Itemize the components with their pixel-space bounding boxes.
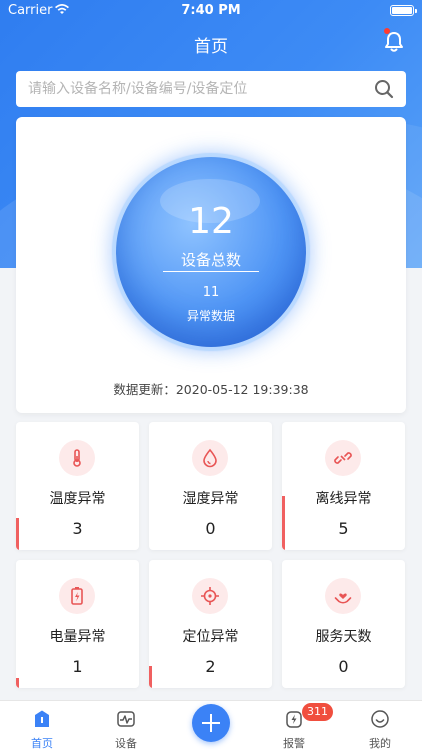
device-total-label: 设备总数 xyxy=(180,251,241,269)
alarm-bolt-icon xyxy=(286,711,302,728)
stat-value: 5 xyxy=(338,519,349,538)
overview-card: 12 设备总数 11 异常数据 数据更新：2020-05-12 19:39:38 xyxy=(16,117,406,413)
stat-value: 2 xyxy=(205,657,216,676)
device-total-count: 12 xyxy=(188,201,234,242)
search-bar xyxy=(16,71,406,107)
update-timestamp: 数据更新：2020-05-12 19:39:38 xyxy=(113,382,309,397)
add-device-button[interactable] xyxy=(192,704,230,742)
stat-label: 温度异常 xyxy=(49,491,106,507)
notification-dot xyxy=(384,28,390,34)
thermometer-icon xyxy=(59,440,95,476)
search-icon[interactable] xyxy=(374,79,394,99)
stat-value: 0 xyxy=(205,519,216,538)
stat-level-bar xyxy=(149,666,152,688)
stat-tile-temperature[interactable]: 温度异常 3 xyxy=(16,422,139,550)
stat-label: 服务天数 xyxy=(315,629,372,645)
pulse-monitor-icon xyxy=(117,711,135,727)
abnormal-count: 11 xyxy=(202,285,220,300)
notification-button[interactable] xyxy=(382,28,406,54)
device-summary-orb[interactable]: 12 设备总数 11 异常数据 xyxy=(116,157,306,347)
stat-label: 定位异常 xyxy=(182,629,239,645)
search-input[interactable] xyxy=(28,71,358,107)
smiley-icon xyxy=(371,710,389,728)
tab-devices-label: 设备 xyxy=(115,737,137,750)
tab-devices[interactable]: 设备 xyxy=(84,701,168,750)
battery-charging-icon xyxy=(59,578,95,614)
broken-link-icon xyxy=(325,440,361,476)
stat-tile-humidity[interactable]: 湿度异常 0 xyxy=(149,422,272,550)
stat-level-bar xyxy=(16,518,19,550)
status-bar: Carrier 7:40 PM xyxy=(0,0,422,22)
crosshair-icon xyxy=(192,578,228,614)
tab-mine-label: 我的 xyxy=(369,737,391,750)
orb-divider xyxy=(163,271,259,272)
stat-level-bar xyxy=(16,678,19,688)
hand-heart-icon xyxy=(325,578,361,614)
stat-label: 离线异常 xyxy=(315,491,372,507)
alarm-count-badge: 311 xyxy=(302,703,333,721)
page-title: 首页 xyxy=(194,37,228,57)
tab-alarm-label: 报警 xyxy=(283,737,305,750)
tab-home[interactable]: 首页 xyxy=(0,701,84,750)
abnormal-label: 异常数据 xyxy=(186,309,235,323)
stat-tile-service-days[interactable]: 服务天数 0 xyxy=(282,560,405,688)
home-icon xyxy=(35,710,49,727)
stat-value: 1 xyxy=(72,657,83,676)
tab-mine[interactable]: 我的 xyxy=(338,701,422,750)
stat-value: 0 xyxy=(338,657,349,676)
status-time: 7:40 PM xyxy=(181,3,241,18)
stat-tile-offline[interactable]: 离线异常 5 xyxy=(282,422,405,550)
tab-home-label: 首页 xyxy=(31,737,53,750)
stat-level-bar xyxy=(282,496,285,550)
stat-tile-location[interactable]: 定位异常 2 xyxy=(149,560,272,688)
stat-tile-battery[interactable]: 电量异常 1 xyxy=(16,560,139,688)
droplet-icon xyxy=(192,440,228,476)
stat-label: 电量异常 xyxy=(49,629,106,645)
stat-label: 湿度异常 xyxy=(182,491,239,507)
stat-value: 3 xyxy=(72,519,83,538)
battery-icon xyxy=(390,5,417,16)
